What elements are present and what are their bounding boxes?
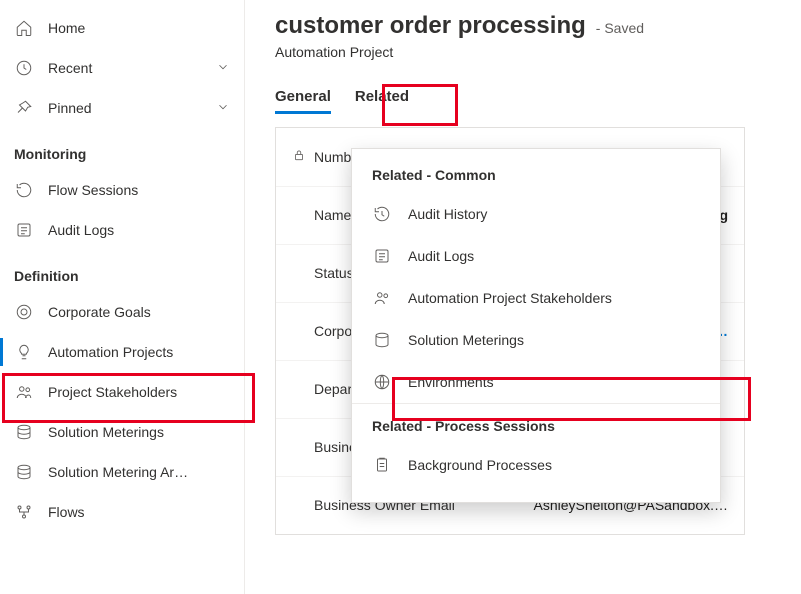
menu-stakeholders-label: Automation Project Stakeholders (408, 290, 612, 306)
related-menu: Related - Common Audit History Audit Log… (351, 148, 721, 503)
target-icon (14, 302, 34, 322)
menu-audit-history-label: Audit History (408, 206, 487, 222)
menu-audit-logs[interactable]: Audit Logs (352, 235, 720, 277)
section-monitoring: Monitoring (0, 128, 244, 170)
history-icon (14, 180, 34, 200)
menu-solution-meterings[interactable]: Solution Meterings (352, 319, 720, 361)
menu-environments-label: Environments (408, 374, 494, 390)
nav-home-label: Home (48, 20, 230, 36)
people-icon (372, 289, 392, 307)
globe-icon (372, 373, 392, 391)
nav-flows-label: Flows (48, 504, 230, 520)
nav-corporate-goals[interactable]: Corporate Goals (0, 292, 244, 332)
nav-project-stakeholders-label: Project Stakeholders (48, 384, 230, 400)
people-icon (14, 382, 34, 402)
menu-audit-logs-label: Audit Logs (408, 248, 474, 264)
clipboard-icon (372, 456, 392, 474)
clock-icon (14, 58, 34, 78)
nav-solution-meterings[interactable]: Solution Meterings (0, 412, 244, 452)
menu-group-common: Related - Common (352, 163, 720, 193)
page-title: customer order processing (275, 12, 586, 40)
tab-general[interactable]: General (275, 82, 331, 113)
lightbulb-icon (14, 342, 34, 362)
nav-automation-projects[interactable]: Automation Projects (0, 332, 244, 372)
pin-icon (14, 98, 34, 118)
tab-related-label: Related (355, 88, 409, 105)
menu-audit-history[interactable]: Audit History (352, 193, 720, 235)
menu-solution-meterings-label: Solution Meterings (408, 332, 524, 348)
main: customer order processing - Saved Automa… (245, 0, 801, 594)
tabs: General Related (275, 82, 801, 113)
flow-icon (14, 502, 34, 522)
nav-pinned-label: Pinned (48, 100, 216, 116)
home-icon (14, 18, 34, 38)
nav-recent-label: Recent (48, 60, 216, 76)
sidebar: Home Recent Pinned Monitoring Flow Sessi… (0, 0, 245, 594)
tab-general-label: General (275, 88, 331, 105)
tab-related[interactable]: Related (355, 82, 409, 113)
nav-audit-logs[interactable]: Audit Logs (0, 210, 244, 250)
database-icon (14, 422, 34, 442)
nav-solution-meterings-label: Solution Meterings (48, 424, 230, 440)
menu-background-processes[interactable]: Background Processes (352, 444, 720, 486)
nav-recent[interactable]: Recent (0, 48, 244, 88)
nav-solution-metering-ar-label: Solution Metering Ar… (48, 464, 230, 480)
nav-flow-sessions-label: Flow Sessions (48, 182, 230, 198)
save-status: - Saved (596, 20, 644, 36)
menu-stakeholders[interactable]: Automation Project Stakeholders (352, 277, 720, 319)
section-definition: Definition (0, 250, 244, 292)
nav-flows[interactable]: Flows (0, 492, 244, 532)
nav-solution-metering-ar[interactable]: Solution Metering Ar… (0, 452, 244, 492)
database-icon (14, 462, 34, 482)
nav-flow-sessions[interactable]: Flow Sessions (0, 170, 244, 210)
menu-group-process: Related - Process Sessions (352, 403, 720, 444)
chevron-down-icon (216, 100, 230, 117)
nav-pinned[interactable]: Pinned (0, 88, 244, 128)
menu-background-processes-label: Background Processes (408, 457, 552, 473)
list-icon (14, 220, 34, 240)
nav-automation-projects-label: Automation Projects (48, 344, 230, 360)
list-icon (372, 247, 392, 265)
history-icon (372, 205, 392, 223)
nav-audit-logs-label: Audit Logs (48, 222, 230, 238)
entity-type: Automation Project (275, 44, 801, 60)
nav-corporate-goals-label: Corporate Goals (48, 304, 230, 320)
lock-icon (292, 148, 310, 165)
database-icon (372, 331, 392, 349)
nav-home[interactable]: Home (0, 8, 244, 48)
chevron-down-icon (216, 60, 230, 77)
menu-environments[interactable]: Environments (352, 361, 720, 403)
nav-project-stakeholders[interactable]: Project Stakeholders (0, 372, 244, 412)
